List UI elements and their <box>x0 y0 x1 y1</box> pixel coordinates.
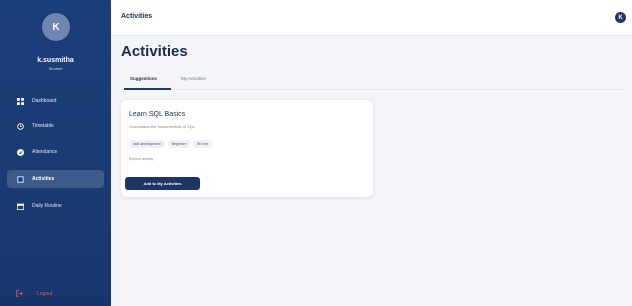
tag-duration: 90 min <box>192 140 212 148</box>
activity-description: Understand the fundamentals of SQL <box>129 124 196 129</box>
logout-icon <box>16 290 23 297</box>
tab-suggestions[interactable]: Suggestions <box>130 76 157 81</box>
sidebar-item-daily-routine[interactable]: Daily Routine <box>7 197 104 215</box>
page-title: Activities <box>121 43 188 60</box>
tab-bar: Suggestions My Activities <box>121 73 626 90</box>
logout-label: Logout <box>37 290 53 297</box>
activity-card: Learn SQL Basics Understand the fundamen… <box>121 100 373 197</box>
activity-icon <box>17 175 24 183</box>
top-bar: Activities K <box>111 0 632 36</box>
topbar-title: Activities <box>121 13 153 20</box>
avatar[interactable]: K <box>42 13 70 41</box>
sidebar-item-activities[interactable]: Activities <box>7 170 104 188</box>
sidebar: K k.susmitha Student Dashboard Timetable… <box>0 0 111 306</box>
calendar-icon <box>17 203 24 210</box>
sidebar-item-label: Activities <box>32 176 55 182</box>
active-tab-indicator <box>124 88 171 90</box>
tab-my-activities[interactable]: My Activities <box>181 76 206 81</box>
grid-icon <box>17 97 24 105</box>
sidebar-item-label: Dashboard <box>32 98 57 104</box>
user-role: Student <box>48 66 63 71</box>
sidebar-item-timetable[interactable]: Timetable <box>7 117 104 135</box>
sidebar-item-dashboard[interactable]: Dashboard <box>7 92 104 110</box>
activity-tags: skill development Beginner 90 min <box>129 140 212 148</box>
tag-category: skill development <box>129 140 165 148</box>
clock-icon <box>17 122 24 130</box>
activity-title: Learn SQL Basics <box>129 111 186 118</box>
sidebar-item-label: Daily Routine <box>32 203 62 209</box>
sidebar-item-attendance[interactable]: Attendance <box>7 143 104 161</box>
check-circle-icon <box>17 148 24 156</box>
user-name: k.susmitha <box>37 57 74 64</box>
sidebar-item-label: Timetable <box>32 123 54 129</box>
logout-button[interactable]: Logout <box>16 290 52 297</box>
add-to-my-activities-button[interactable]: Add to My Activities <box>125 177 200 190</box>
explore-activity-link[interactable]: Explore activity <box>129 157 153 161</box>
sidebar-item-label: Attendance <box>32 149 58 155</box>
profile-badge[interactable]: K <box>615 12 626 23</box>
profile-badge-initial: K <box>618 14 623 21</box>
tag-level: Beginner <box>167 140 190 148</box>
avatar-initial: K <box>52 21 60 33</box>
